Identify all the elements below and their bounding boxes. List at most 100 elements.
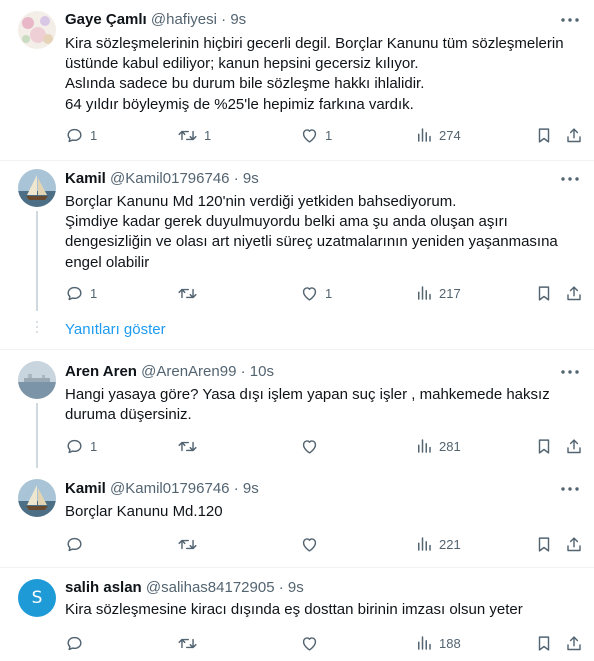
share-icon [565,437,583,456]
like-button[interactable]: 1 [300,125,332,145]
avatar-salih[interactable]: S [18,579,56,617]
views-button[interactable]: 221 [415,534,461,554]
tweet-line: engel olabilir [65,253,150,271]
views-chart-icon [415,126,433,144]
thread-line [36,403,38,468]
tweet-5[interactable]: S salih aslan @salihas84172905 · 9s Kira… [0,568,594,661]
bookmark-button[interactable] [535,534,553,554]
share-button[interactable] [565,283,583,303]
reply-button[interactable]: 1 [65,283,97,303]
retweet-button[interactable] [177,436,204,456]
tweet-text: Kira sözleşmelerinin hiçbiri gecerli deg… [65,34,580,115]
retweet-button[interactable] [177,633,204,653]
tweet-text: Borçlar Kanunu Md 120'nin verdiği yetkid… [65,192,580,273]
share-button[interactable] [565,633,583,653]
share-icon [565,535,583,554]
heart-icon [300,535,319,554]
tweet-header: Kamil @Kamil01796746 · 9s [65,169,550,189]
like-button[interactable] [300,436,325,456]
retweet-icon [177,284,198,303]
more-options-icon[interactable] [560,362,580,382]
tweet-actions: 1 281 [60,436,585,456]
author-handle[interactable]: @salihas84172905 [146,579,275,596]
tweet-actions: 1 1 217 [60,283,585,303]
avatar-kamil[interactable] [18,479,56,517]
avatar-aren[interactable] [18,361,56,399]
timestamp[interactable]: 9s [288,579,304,596]
views-button[interactable]: 274 [415,125,461,145]
bookmark-button[interactable] [535,633,553,653]
like-count: 1 [325,285,333,301]
retweet-icon [177,126,198,145]
share-button[interactable] [565,436,583,456]
tweet-header: Kamil @Kamil01796746 · 9s [65,479,550,499]
views-chart-icon [415,284,433,302]
more-options-icon[interactable] [560,169,580,189]
author-handle[interactable]: @ArenAren99 [141,363,236,380]
tweet-header: Aren Aren @ArenAren99 · 10s [65,362,550,382]
share-button[interactable] [565,534,583,554]
reply-button[interactable]: 1 [65,436,97,456]
views-button[interactable]: 281 [415,436,461,456]
timestamp[interactable]: 9s [243,480,259,497]
tweet-text: Borçlar Kanunu Md.120 [65,502,580,522]
like-button[interactable] [300,534,325,554]
tweet-line: 64 yıldır böyleymiş de %25'le hepimiz fa… [65,95,414,113]
view-count: 188 [439,635,461,651]
retweet-button[interactable] [177,283,204,303]
view-count: 281 [439,438,461,454]
reply-icon [65,437,84,456]
author-name[interactable]: Aren Aren [65,363,137,380]
like-button[interactable] [300,633,325,653]
reply-count: 1 [90,285,98,301]
author-name[interactable]: Gaye Çamlı [65,11,147,28]
tweet-actions: 1 1 1 274 [60,125,585,145]
more-options-icon[interactable] [560,479,580,499]
share-icon [565,634,583,653]
like-button[interactable]: 1 [300,283,332,303]
author-handle[interactable]: @hafiyesi [151,11,217,28]
author-name[interactable]: salih aslan [65,579,142,596]
author-handle[interactable]: @Kamil01796746 [110,170,229,187]
bookmark-button[interactable] [535,283,553,303]
share-icon [565,284,583,303]
reply-button[interactable] [65,633,90,653]
views-button[interactable]: 188 [415,633,461,653]
timestamp[interactable]: 9s [243,170,259,187]
reply-button[interactable]: 1 [65,125,97,145]
more-options-icon[interactable] [560,10,580,30]
view-count: 217 [439,285,461,301]
retweet-button[interactable] [177,534,204,554]
author-handle[interactable]: @Kamil01796746 [110,480,229,497]
bookmark-button[interactable] [535,436,553,456]
tweet-line: Kira sözleşmelerinin hiçbiri gecerli deg… [65,35,564,52]
view-count: 221 [439,536,461,552]
views-button[interactable]: 217 [415,283,461,303]
tweet-line: dengesizliğin ve olası art niyetli süreç… [65,233,558,251]
retweet-count: 1 [204,127,212,143]
heart-icon [300,437,319,456]
timestamp[interactable]: 10s [250,363,274,380]
views-chart-icon [415,437,433,455]
reply-icon [65,284,84,303]
show-replies-link[interactable]: Yanıtları göster [65,321,166,338]
reply-button[interactable] [65,534,90,554]
retweet-button[interactable]: 1 [177,125,211,145]
tweet-4[interactable]: Kamil @Kamil01796746 · 9s Borçlar Kanunu… [0,468,594,568]
tweet-1[interactable]: Gaye Çamlı @hafiyesi · 9s Kira sözleşmel… [0,0,594,160]
timestamp[interactable]: 9s [230,11,246,28]
avatar-kamil[interactable] [18,169,56,207]
tweet-text: Kira sözleşmesine kiracı dışında eş dost… [65,600,580,620]
tweet-line: üstünde kabul ediliyor; kanun hepsini ge… [65,55,419,73]
tweet-header: Gaye Çamlı @hafiyesi · 9s [65,10,550,30]
share-button[interactable] [565,125,583,145]
author-name[interactable]: Kamil [65,480,106,497]
tweet-3[interactable]: Aren Aren @ArenAren99 · 10s Hangi yasaya… [0,350,594,468]
retweet-icon [177,437,198,456]
avatar-gaye[interactable] [18,11,56,49]
bookmark-button[interactable] [535,125,553,145]
author-name[interactable]: Kamil [65,170,106,187]
tweet-actions: 221 [60,534,585,554]
tweet-line: Borçlar Kanunu Md.120 [65,503,223,520]
tweet-2[interactable]: Kamil @Kamil01796746 · 9s Borçlar Kanunu… [0,161,594,311]
